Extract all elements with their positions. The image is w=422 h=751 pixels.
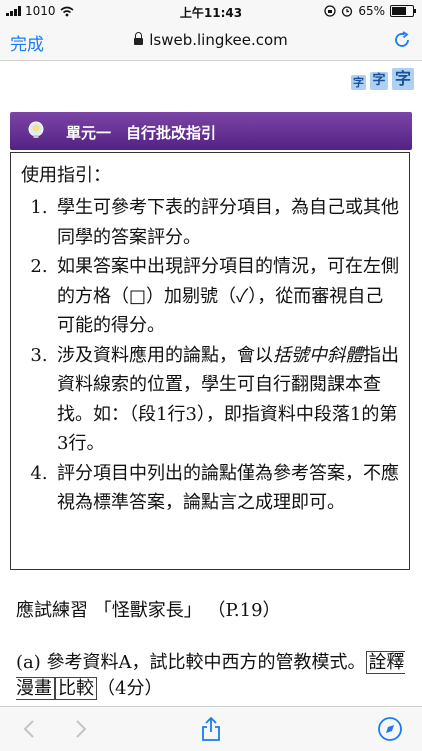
list-number: 4. xyxy=(30,462,48,484)
forward-icon[interactable] xyxy=(66,715,94,743)
list-text: 涉及資料應用的論點，會以括號中斜體指出資料線索的位置，學生可自行翻閱課本查找。如… xyxy=(57,341,401,459)
list-text: 如果答案中出現評分項目的情況，可在左側的方格（□）加剔號（✓），從而審視自己可能… xyxy=(57,256,399,336)
list-number: 1. xyxy=(30,197,48,218)
guide-item-1: 1. 學生可參考下表的評分項目，為自己或其他同學的答案評分。 xyxy=(21,193,401,252)
font-size-controls: 字 字 字 xyxy=(351,68,414,90)
font-size-small-button[interactable]: 字 xyxy=(351,75,366,90)
skill-tag: 比較 xyxy=(55,677,97,700)
exercise-title: 應試練習 「怪獸家長」 （P.19） xyxy=(16,600,281,621)
font-size-medium-button[interactable]: 字 xyxy=(370,72,388,90)
font-size-large-button[interactable]: 字 xyxy=(392,68,414,90)
list-number: 3. xyxy=(30,344,48,366)
question-text: (a) 參考資料A，試比較中西方的管教模式。 xyxy=(16,652,366,673)
question-a: (a) 參考資料A，試比較中西方的管教模式。 詮釋漫畫 比較 （4分） xyxy=(16,650,412,702)
list-text: 學生可參考下表的評分項目，為自己或其他同學的答案評分。 xyxy=(57,197,399,248)
guide-list: 1. 學生可參考下表的評分項目，為自己或其他同學的答案評分。 2. 如果答案中出… xyxy=(21,193,401,518)
guide-item-3: 3. 涉及資料應用的論點，會以括號中斜體指出資料線索的位置，學生可自行翻閱課本查… xyxy=(21,341,401,459)
reload-icon[interactable] xyxy=(392,30,412,50)
list-number: 2. xyxy=(30,256,48,277)
rotation-lock-icon xyxy=(324,5,336,17)
browser-nav-bar: 完成 lsweb.lingkee.com xyxy=(0,22,422,61)
safari-compass-icon[interactable] xyxy=(376,715,404,743)
usage-guide-box: 使用指引： 1. 學生可參考下表的評分項目，為自己或其他同學的答案評分。 2. … xyxy=(10,152,410,570)
guide-heading: 使用指引： xyxy=(21,165,111,186)
question-marks: （4分） xyxy=(97,678,163,699)
italic-emphasis: 括號中斜體 xyxy=(273,344,363,366)
address-bar[interactable]: lsweb.lingkee.com xyxy=(0,31,422,49)
url-text: lsweb.lingkee.com xyxy=(149,31,288,49)
status-bar: 1010 上午11:43 65% xyxy=(0,0,422,22)
share-icon[interactable] xyxy=(197,715,225,743)
battery-icon xyxy=(390,5,416,17)
browser-toolbar xyxy=(0,706,422,751)
alarm-icon xyxy=(342,6,353,17)
text-segment: 涉及資料應用的論點，會以 xyxy=(57,344,273,366)
guide-item-2: 2. 如果答案中出現評分項目的情況，可在左側的方格（□）加剔號（✓），從而審視自… xyxy=(21,252,401,341)
lightbulb-icon xyxy=(28,121,44,138)
guide-item-4: 4. 評分項目中列出的論點僅為參考答案，不應視為標準答案，論點言之成理即可。 xyxy=(21,459,401,518)
list-text: 評分項目中列出的論點僅為參考答案，不應視為標準答案，論點言之成理即可。 xyxy=(57,462,399,514)
battery-percent: 65% xyxy=(358,4,385,18)
unit-banner: 單元一 自行批改指引 xyxy=(10,112,412,150)
lock-icon xyxy=(134,32,144,45)
unit-title: 單元一 自行批改指引 xyxy=(66,124,217,142)
back-icon[interactable] xyxy=(16,715,44,743)
